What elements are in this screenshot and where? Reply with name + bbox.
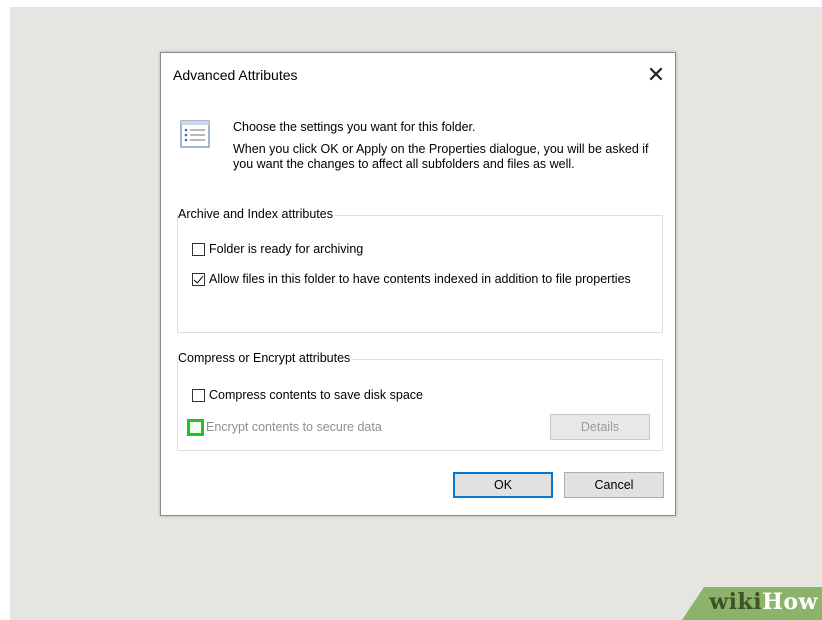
encrypt-option[interactable]: Encrypt contents to secure data [187, 419, 382, 436]
archive-group-legend: Archive and Index attributes [178, 207, 335, 221]
index-contents-label: Allow files in this folder to have conte… [209, 272, 631, 286]
advanced-attributes-dialog: Advanced Attributes ✕ Choose the setting… [160, 52, 676, 516]
wikihow-logo: wikiHow [709, 589, 818, 615]
close-button[interactable]: ✕ [639, 59, 673, 91]
ok-button[interactable]: OK [453, 472, 553, 498]
archive-ready-label: Folder is ready for archiving [209, 242, 364, 256]
cancel-button[interactable]: Cancel [564, 472, 664, 498]
archive-ready-option[interactable]: Folder is ready for archiving [192, 242, 363, 257]
archive-index-group: Archive and Index attributes Folder is r… [177, 207, 663, 333]
compress-label: Compress contents to save disk space [209, 388, 423, 402]
folder-attributes-icon [180, 120, 210, 148]
encrypt-label: Encrypt contents to secure data [206, 420, 382, 434]
archive-ready-checkbox[interactable] [192, 243, 205, 256]
compress-checkbox[interactable] [192, 389, 205, 402]
encrypt-checkbox[interactable] [187, 419, 204, 436]
info-description: When you click OK or Apply on the Proper… [233, 142, 649, 171]
compress-option[interactable]: Compress contents to save disk space [192, 388, 423, 403]
details-button[interactable]: Details [550, 414, 650, 440]
index-contents-option[interactable]: Allow files in this folder to have conte… [192, 272, 652, 287]
compress-encrypt-group: Compress or Encrypt attributes Compress … [177, 351, 663, 451]
compress-group-legend: Compress or Encrypt attributes [178, 351, 353, 365]
index-contents-checkbox[interactable] [192, 273, 205, 286]
wikihow-logo-how: How [762, 589, 818, 615]
wikihow-logo-wiki: wiki [709, 589, 763, 615]
wikihow-watermark: wikiHow [682, 587, 822, 620]
info-text: Choose the settings you want for this fo… [233, 120, 653, 172]
dialog-title: Advanced Attributes [173, 67, 298, 83]
title-bar: Advanced Attributes ✕ [161, 53, 675, 97]
info-heading: Choose the settings you want for this fo… [233, 120, 476, 134]
